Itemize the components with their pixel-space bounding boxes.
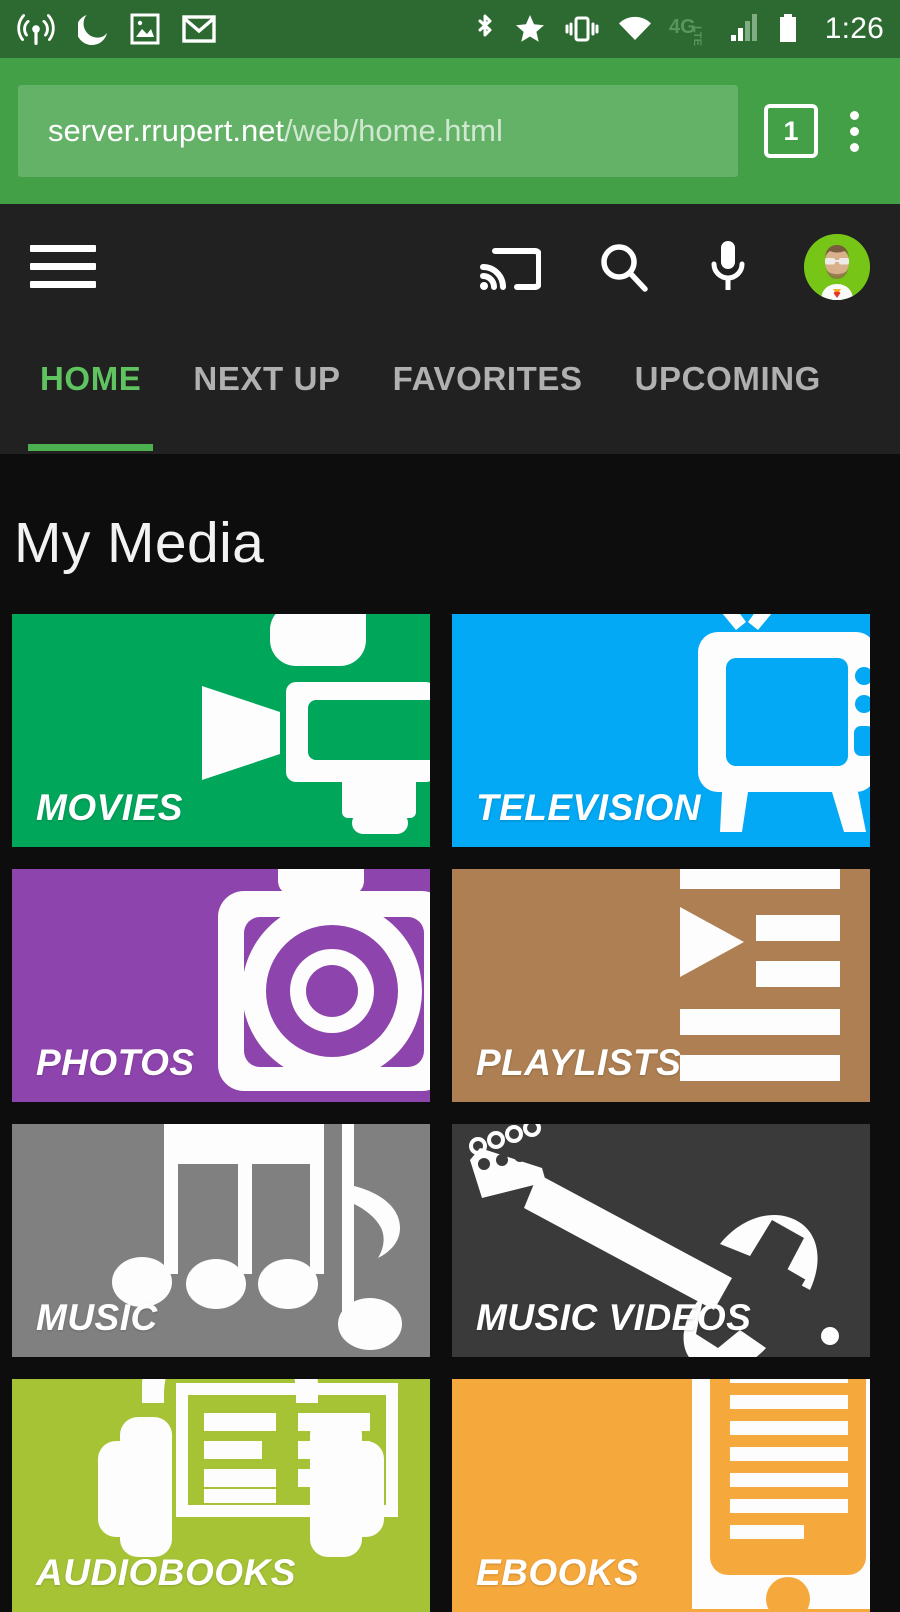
- page-title: My Media: [14, 511, 265, 575]
- svg-text:LTE: LTE: [691, 26, 703, 46]
- bluetooth-icon: [473, 11, 497, 47]
- overflow-dot-1: [849, 110, 859, 120]
- tile-photos-label: PHOTOS: [36, 1042, 195, 1083]
- search-icon[interactable]: [596, 239, 652, 295]
- url-path-text: /web/home.html: [284, 113, 503, 148]
- tile-movies[interactable]: MOVIES: [12, 614, 430, 847]
- tile-playlists-label: PLAYLISTS: [476, 1042, 682, 1083]
- cast-icon[interactable]: [479, 241, 541, 293]
- status-bar-right-icons: 4G LTE 1:26: [473, 11, 884, 47]
- status-bar: 4G LTE 1:26: [0, 0, 900, 58]
- 4glte-icon: 4G LTE: [669, 11, 711, 47]
- overflow-dot-2: [849, 126, 859, 136]
- cell-signal-icon: [727, 11, 761, 47]
- browser-overflow-menu-button[interactable]: [826, 110, 882, 152]
- tab-upcoming-label: UPCOMING: [634, 360, 821, 397]
- tab-favorites-label: FAVORITES: [392, 360, 583, 397]
- tab-switcher-button[interactable]: 1: [764, 104, 818, 158]
- app-toolbar: [0, 204, 900, 329]
- overflow-dot-3: [849, 142, 859, 152]
- account-avatar[interactable]: [804, 233, 870, 300]
- url-domain-text: server.rrupert.net: [48, 113, 285, 148]
- gmail-icon: [182, 11, 216, 47]
- do-not-disturb-moon-icon: [78, 11, 108, 47]
- screenshot-image-icon: [130, 11, 160, 47]
- tile-music-label: MUSIC: [36, 1297, 158, 1338]
- toolbar-actions: [479, 233, 870, 300]
- status-bar-left-icons: [16, 11, 216, 47]
- tab-favorites[interactable]: FAVORITES: [367, 329, 609, 429]
- iheartradio-icon: [16, 11, 56, 47]
- url-address-bar[interactable]: server.rrupert.net/web/home.html: [18, 85, 738, 177]
- tile-ebooks-label: EBOOKS: [476, 1552, 640, 1593]
- tile-photos[interactable]: PHOTOS: [12, 869, 430, 1102]
- hamburger-menu-icon[interactable]: [30, 245, 96, 288]
- tile-television[interactable]: TELEVISION: [452, 614, 870, 847]
- hamburger-line-2: [30, 263, 96, 270]
- tab-home-label: HOME: [40, 360, 142, 397]
- hamburger-line-1: [30, 245, 96, 252]
- hamburger-line-3: [30, 281, 96, 288]
- wifi-icon: [617, 11, 653, 47]
- tile-music-videos[interactable]: MUSIC VIDEOS: [452, 1124, 870, 1357]
- tile-movies-label: MOVIES: [36, 787, 183, 828]
- tile-music-videos-label: MUSIC VIDEOS: [476, 1297, 752, 1338]
- microphone-icon[interactable]: [707, 238, 749, 296]
- tab-home[interactable]: HOME: [14, 329, 167, 451]
- tab-next-up-label: NEXT UP: [193, 360, 341, 397]
- tile-ebooks[interactable]: EBOOKS: [452, 1379, 870, 1612]
- tile-playlists[interactable]: PLAYLISTS: [452, 869, 870, 1102]
- section-tabs: HOME NEXT UP FAVORITES UPCOMING: [0, 329, 900, 454]
- battery-icon: [777, 11, 799, 47]
- tab-count-label: 1: [783, 115, 799, 146]
- priority-star-icon: [513, 11, 547, 47]
- tile-audiobooks[interactable]: AUDIOBOOKS: [12, 1379, 430, 1612]
- media-category-grid: MOVIES TELEVISION PHOTOS PLAYLISTS MUSIC…: [0, 614, 900, 1612]
- browser-toolbar: server.rrupert.net/web/home.html 1: [0, 58, 900, 204]
- tile-music[interactable]: MUSIC: [12, 1124, 430, 1357]
- tile-audiobooks-label: AUDIOBOOKS: [36, 1552, 296, 1593]
- tile-television-label: TELEVISION: [476, 787, 701, 828]
- main-content: My Media MOVIES TELEVISION PHOTOS PLAYLI…: [0, 454, 900, 1612]
- status-bar-clock: 1:26: [824, 12, 884, 45]
- tab-next-up[interactable]: NEXT UP: [167, 329, 366, 429]
- tab-upcoming[interactable]: UPCOMING: [609, 329, 847, 429]
- vibrate-icon: [563, 11, 601, 47]
